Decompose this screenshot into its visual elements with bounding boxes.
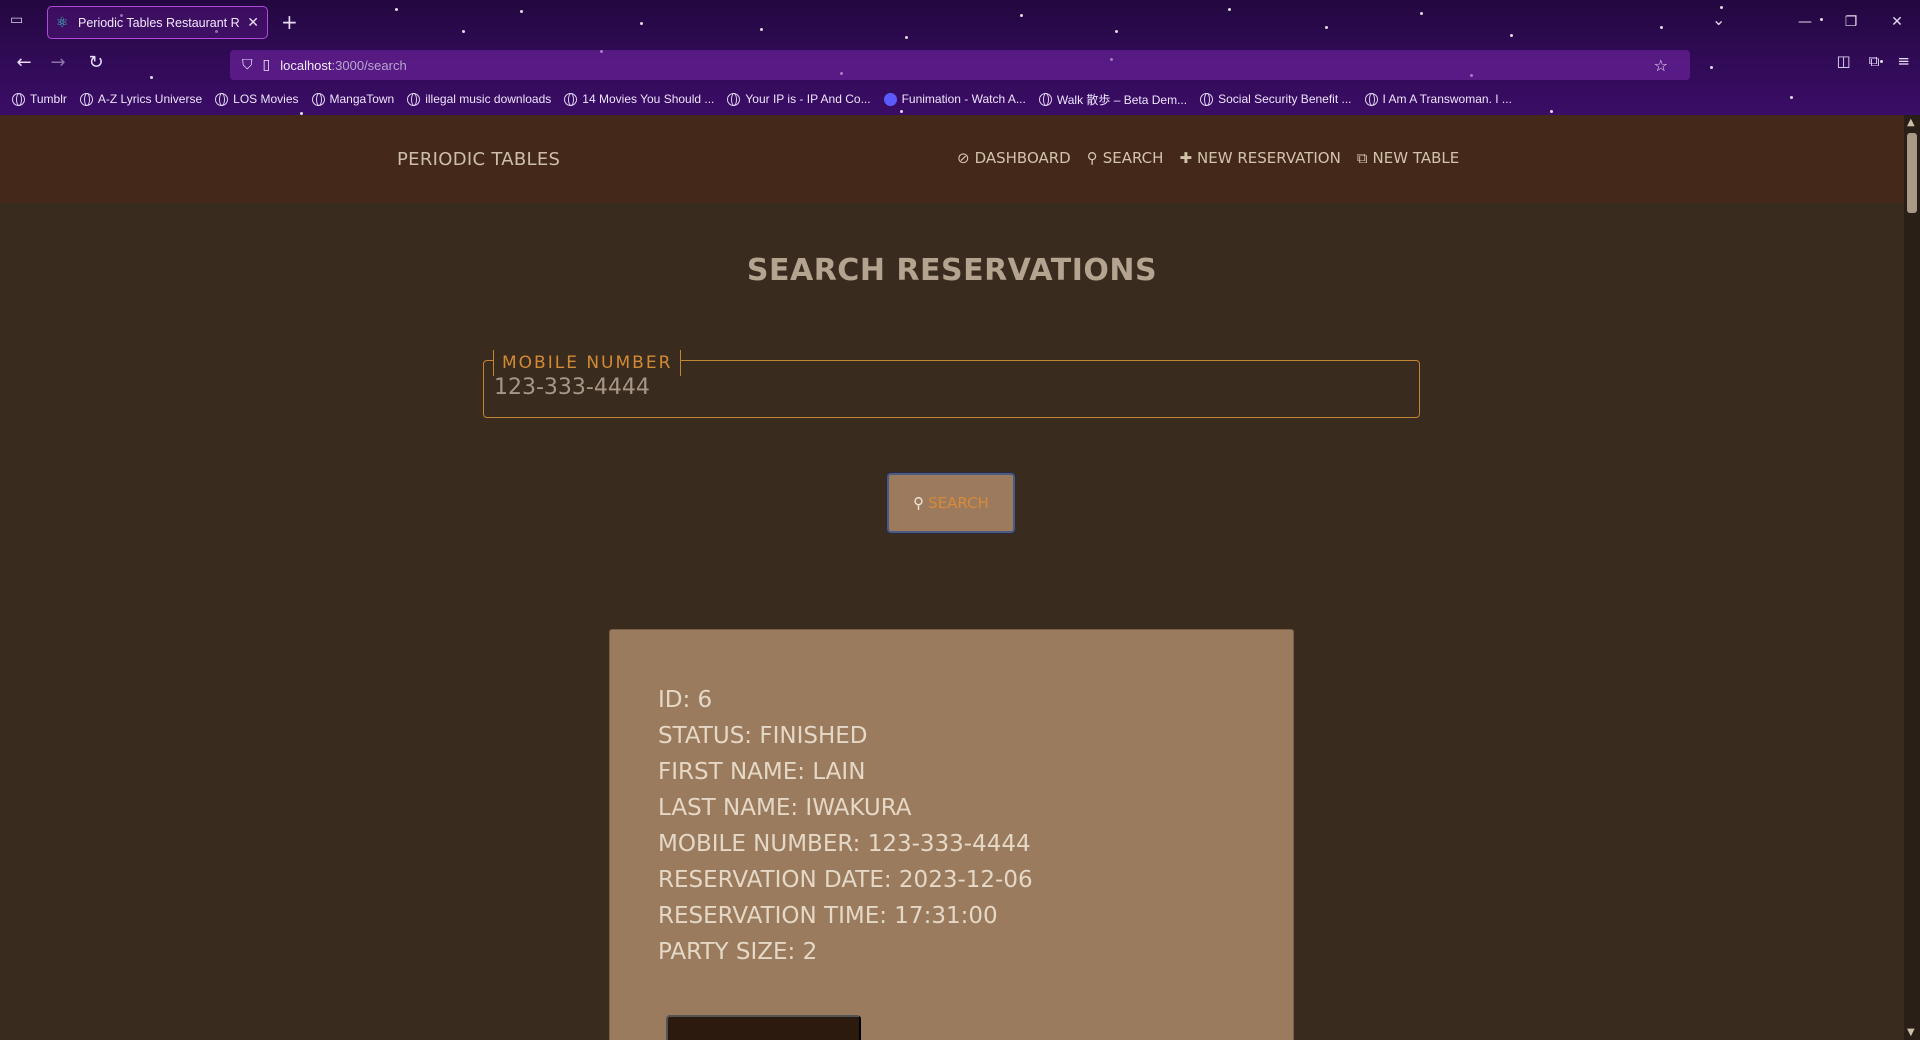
mobile-number-label: MOBILE NUMBER: [493, 350, 682, 376]
main-content: SEARCH RESERVATIONS MOBILE NUMBER ⚲ SEAR…: [0, 203, 1904, 1040]
bookmark-item[interactable]: MangaTown: [311, 92, 394, 106]
reservation-status: STATUS: FINISHED: [658, 723, 868, 749]
pocket-icon[interactable]: ◫: [1837, 52, 1851, 70]
url-text[interactable]: localhost:3000/search: [280, 58, 406, 73]
chevron-down-icon[interactable]: ⌄: [1712, 10, 1725, 29]
globe-icon: [727, 92, 741, 106]
address-bar[interactable]: ⛉ ▯ localhost:3000/search ☆: [230, 50, 1690, 80]
app-nav: ⊘ DASHBOARD ⚲ SEARCH ✚ NEW RESERVATION ⧉ NEW…: [957, 149, 1459, 167]
funimation-icon: [883, 92, 897, 106]
nav-search-label: SEARCH: [1102, 149, 1164, 167]
globe-icon: [12, 92, 25, 106]
nav-dashboard[interactable]: ⊘ DASHBOARD: [957, 149, 1071, 167]
nav-new-table[interactable]: ⧉ NEW TABLE: [1357, 149, 1459, 167]
search-icon: ⚲: [1086, 149, 1098, 167]
active-tab[interactable]: ⚛ Periodic Tables Restaurant Reservation…: [47, 6, 268, 39]
bookmark-item[interactable]: I Am A Transwoman. I ...: [1364, 92, 1512, 106]
dashboard-gauge-icon: ⊘: [957, 149, 970, 167]
bookmark-item[interactable]: Walk 散歩 – Beta Dem...: [1038, 91, 1187, 108]
shield-icon[interactable]: ⛉: [242, 57, 253, 73]
nav-new-reservation[interactable]: ✚ NEW RESERVATION: [1179, 149, 1340, 167]
minimize-icon[interactable]: —: [1782, 0, 1828, 44]
bookmark-item[interactable]: Funimation - Watch A...: [883, 92, 1026, 106]
bookmark-item[interactable]: 14 Movies You Should ...: [564, 92, 714, 106]
page-title: SEARCH RESERVATIONS: [746, 253, 1158, 288]
window-controls: — ❐ ✕: [1782, 0, 1920, 44]
tab-list-icon[interactable]: ▭: [10, 12, 30, 32]
bookmark-item[interactable]: LOS Movies: [215, 92, 299, 106]
reservation-id: ID: 6: [658, 687, 713, 713]
scrollbar-thumb[interactable]: [1907, 133, 1917, 213]
globe-icon: [311, 92, 325, 106]
nav-new-table-label: NEW TABLE: [1372, 149, 1460, 167]
reservation-time: RESERVATION TIME: 17:31:00: [658, 903, 998, 929]
reservation-card: ID: 6 STATUS: FINISHED FIRST NAME: LAIN …: [609, 629, 1294, 1040]
new-tab-plus-icon[interactable]: +: [281, 10, 298, 34]
reservation-mobile-number: MOBILE NUMBER: 123-333-4444: [658, 831, 1031, 857]
bookmarks-toolbar: Tumblr A-Z Lyrics Universe LOS Movies Ma…: [0, 87, 1920, 111]
globe-icon: [407, 92, 421, 106]
page-info-icon[interactable]: ▯: [263, 57, 271, 73]
menu-icon[interactable]: ≡: [1897, 52, 1910, 70]
navigation-toolbar: ← → ↻ ⛉ ▯ localhost:3000/search ☆ ◫ ⧉ ≡: [0, 44, 1920, 84]
table-icon: ⧉: [1356, 149, 1368, 167]
page-scrollbar[interactable]: ▲ ▼: [1904, 115, 1920, 1040]
plus-icon: ✚: [1179, 149, 1193, 167]
reservation-last-name: LAST NAME: IWAKURA: [658, 795, 912, 821]
reservation-first-name: FIRST NAME: LAIN: [658, 759, 866, 785]
reload-icon[interactable]: ↻: [84, 52, 108, 73]
globe-icon: [1364, 92, 1378, 106]
bookmark-item[interactable]: Social Security Benefit ...: [1200, 92, 1352, 106]
mobile-number-input[interactable]: [494, 375, 1394, 400]
globe-icon: [79, 92, 93, 106]
globe-icon: [1200, 92, 1214, 106]
bookmark-item[interactable]: illegal music downloads: [407, 92, 551, 106]
reservation-party-size: PARTY SIZE: 2: [658, 939, 818, 965]
app-header: PERIODIC TABLES ⊘ DASHBOARD ⚲ SEARCH ✚ NEW …: [0, 115, 1904, 203]
tab-bar: ▭ ⚛ Periodic Tables Restaurant Reservati…: [0, 0, 1920, 44]
extensions-icon[interactable]: ⧉: [1869, 52, 1880, 70]
nav-dashboard-label: DASHBOARD: [974, 149, 1071, 167]
bookmark-star-icon[interactable]: ☆: [1654, 56, 1668, 75]
globe-icon: [564, 92, 578, 106]
scroll-down-arrow-icon[interactable]: ▼: [1907, 1027, 1915, 1038]
bookmark-item[interactable]: Tumblr: [12, 92, 67, 106]
restore-icon[interactable]: ❐: [1828, 0, 1874, 44]
back-arrow-icon[interactable]: ←: [12, 52, 36, 73]
bookmark-item[interactable]: Your IP is - IP And Co...: [727, 92, 871, 106]
toolbar-right: ◫ ⧉ ≡: [1837, 52, 1910, 70]
close-tab-icon[interactable]: ✕: [247, 15, 259, 31]
cancel-reservation-button[interactable]: CANCEL: [666, 1015, 861, 1040]
react-favicon-icon: ⚛: [56, 14, 69, 31]
bookmark-item[interactable]: A-Z Lyrics Universe: [79, 92, 202, 106]
forward-arrow-icon[interactable]: →: [46, 52, 70, 73]
nav-new-reservation-label: NEW RESERVATION: [1197, 149, 1341, 167]
globe-icon: [215, 92, 229, 106]
browser-chrome: ▭ ⚛ Periodic Tables Restaurant Reservati…: [0, 0, 1920, 115]
reservation-date: RESERVATION DATE: 2023-12-06: [658, 867, 1033, 893]
tab-title: Periodic Tables Restaurant Reservations: [78, 15, 240, 30]
scroll-up-arrow-icon[interactable]: ▲: [1907, 117, 1915, 128]
reservation-details: ID: 6 STATUS: FINISHED FIRST NAME: LAIN …: [658, 682, 1033, 970]
globe-icon: [1038, 92, 1052, 106]
mobile-number-field: MOBILE NUMBER: [483, 350, 1420, 418]
nav-search[interactable]: ⚲ SEARCH: [1087, 149, 1164, 167]
search-button-label: SEARCH: [928, 494, 989, 512]
brand-title[interactable]: PERIODIC TABLES: [397, 149, 560, 170]
close-window-icon[interactable]: ✕: [1874, 0, 1920, 44]
search-icon: ⚲: [913, 494, 925, 512]
search-button[interactable]: ⚲ SEARCH: [887, 473, 1015, 533]
